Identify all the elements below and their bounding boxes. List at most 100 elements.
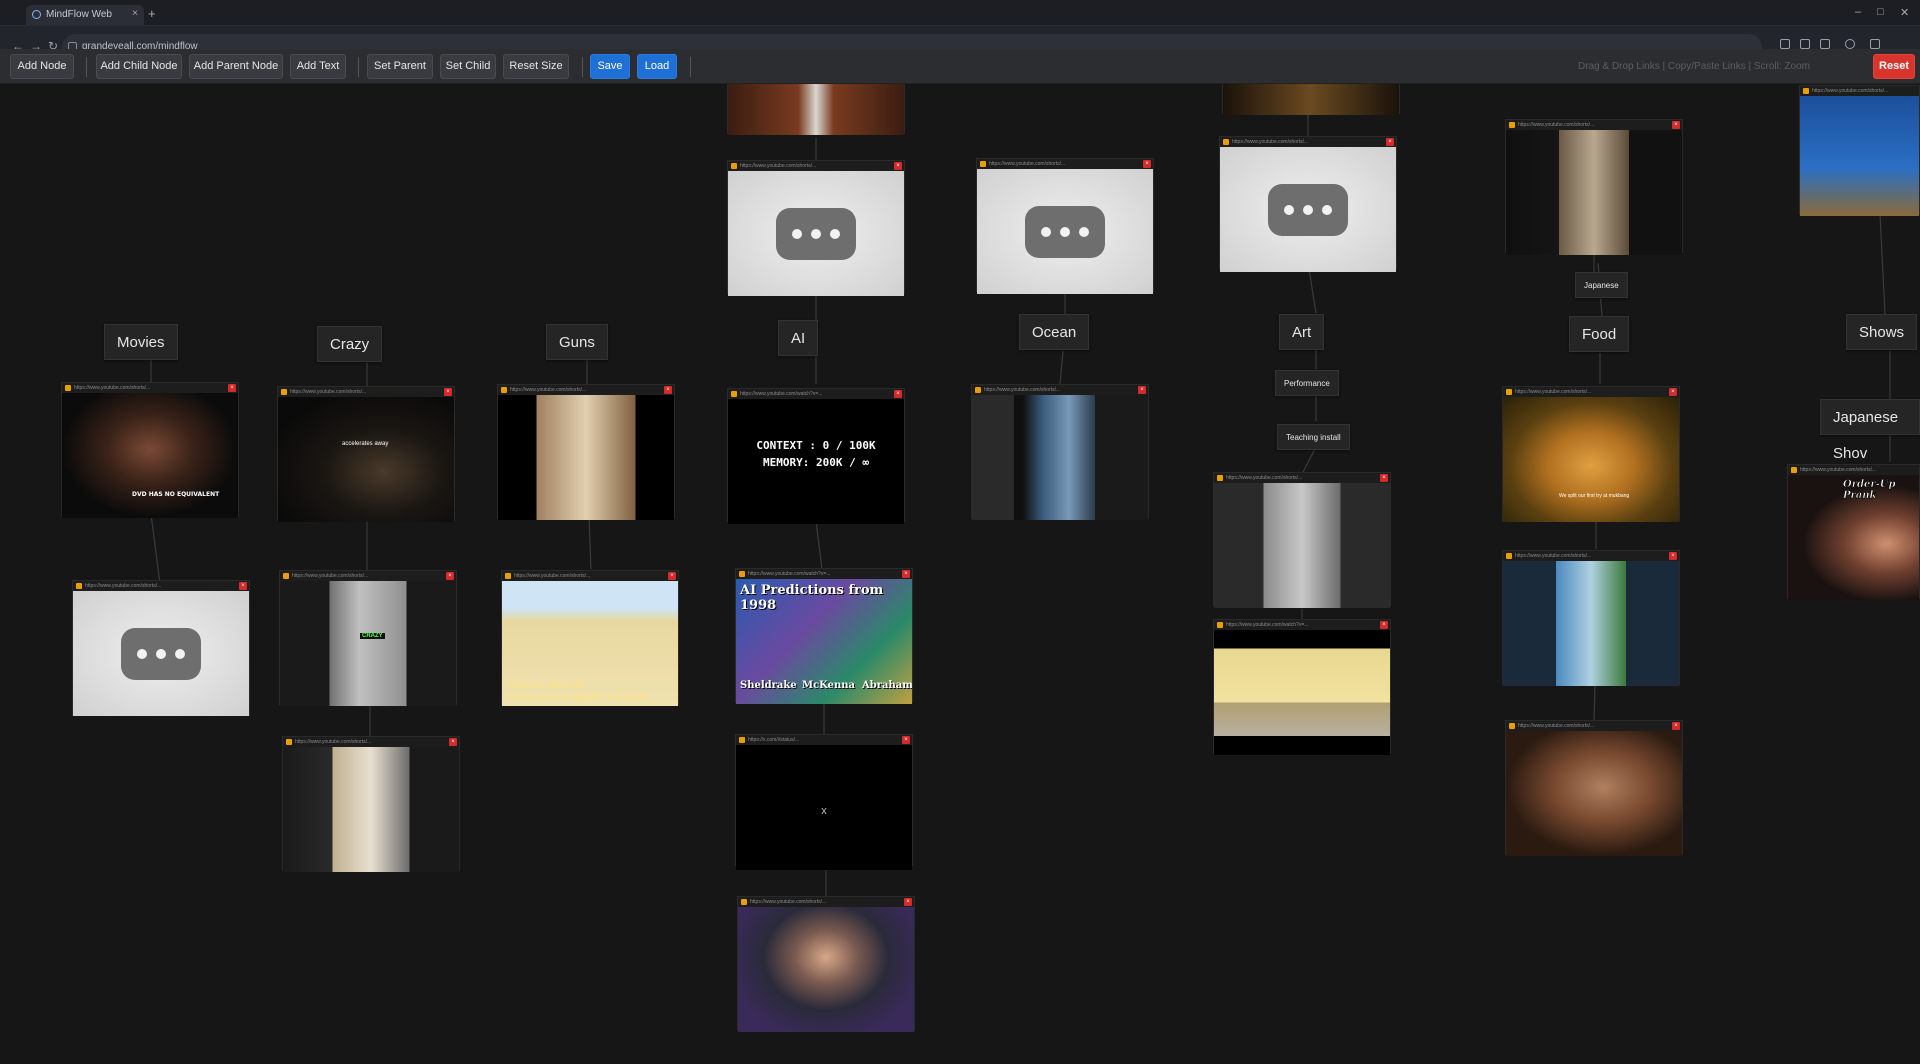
ai-memory-text: MEMORY: 200K / ∞ bbox=[763, 456, 869, 469]
youtube-icon bbox=[1791, 467, 1797, 473]
close-card-icon[interactable]: × bbox=[1380, 621, 1388, 629]
close-card-icon[interactable]: × bbox=[449, 738, 457, 746]
close-card-icon[interactable]: × bbox=[904, 898, 912, 906]
video-card-guns-bike[interactable]: https://www.youtube.com/shorts/... × bbox=[497, 384, 675, 520]
maximize-icon[interactable]: □ bbox=[1877, 6, 1884, 18]
close-card-icon[interactable]: × bbox=[902, 570, 910, 578]
node-label-japanese[interactable]: Japanese bbox=[1575, 272, 1628, 298]
video-card-crazy-drive[interactable]: https://www.youtube.com/shorts/... × bbox=[282, 736, 460, 872]
video-card-ocean-diver[interactable]: https://www.youtube.com/shorts/... × bbox=[971, 384, 1149, 520]
close-window-icon[interactable]: ✕ bbox=[1900, 6, 1909, 19]
node-label-shows[interactable]: Shows bbox=[1846, 314, 1918, 350]
video-card-order-up-prank[interactable]: https://www.youtube.com/shorts/... Order… bbox=[1787, 464, 1920, 600]
youtube-icon bbox=[281, 389, 287, 395]
node-label-art[interactable]: Art bbox=[1279, 314, 1325, 350]
node-label-guns[interactable]: Guns bbox=[546, 324, 608, 360]
toolbar-divider bbox=[582, 57, 583, 77]
browser-tab[interactable]: MindFlow Web × bbox=[26, 5, 144, 25]
video-card-loading-ocean[interactable]: https://www.youtube.com/shorts/... × bbox=[976, 158, 1154, 294]
close-card-icon[interactable]: × bbox=[902, 736, 910, 744]
toolbar-divider bbox=[690, 57, 691, 77]
node-label-japanese-shows[interactable]: Japanese Shov bbox=[1820, 399, 1920, 462]
youtube-icon bbox=[501, 387, 507, 393]
video-card-crazy-night[interactable]: https://www.youtube.com/shorts/... × acce… bbox=[277, 386, 455, 522]
video-card-alley[interactable] bbox=[727, 84, 905, 135]
add-parent-node-button[interactable]: Add Parent Node bbox=[189, 54, 283, 79]
add-text-button[interactable]: Add Text bbox=[290, 54, 346, 79]
toolbar-divider bbox=[86, 57, 87, 77]
movies-caption: DVD HAS NO EQUIVALENT bbox=[132, 491, 220, 498]
close-card-icon[interactable]: × bbox=[1672, 121, 1680, 129]
video-card-movies-man[interactable]: https://www.youtube.com/shorts/... × DVD … bbox=[61, 382, 239, 518]
youtube-icon bbox=[741, 899, 747, 905]
close-card-icon[interactable]: × bbox=[228, 384, 236, 392]
node-label-crazy[interactable]: Crazy bbox=[317, 326, 383, 362]
food-caption: We split our first try at mukbang bbox=[1559, 493, 1630, 499]
close-card-icon[interactable]: × bbox=[1143, 160, 1151, 168]
loading-dots-icon bbox=[121, 627, 201, 680]
close-card-icon[interactable]: × bbox=[446, 572, 454, 580]
globe-icon bbox=[32, 10, 41, 19]
video-card-loading-art[interactable]: https://www.youtube.com/shorts/... × bbox=[1219, 136, 1397, 272]
video-card-guns-desert[interactable]: https://www.youtube.com/shorts/... × Titt… bbox=[501, 570, 679, 706]
close-card-icon[interactable]: × bbox=[664, 386, 672, 394]
node-label-ai[interactable]: AI bbox=[778, 320, 819, 356]
load-button[interactable]: Load bbox=[637, 54, 677, 79]
video-card-art-street[interactable]: https://www.youtube.com/shorts/... × bbox=[1213, 472, 1391, 608]
close-card-icon[interactable]: × bbox=[1669, 552, 1677, 560]
video-card-dark-room[interactable] bbox=[1222, 84, 1400, 115]
add-child-node-button[interactable]: Add Child Node bbox=[96, 54, 182, 79]
reset-button[interactable]: Reset bbox=[1873, 54, 1915, 79]
loading-dots-icon bbox=[776, 207, 856, 260]
profile-icon[interactable] bbox=[1845, 39, 1855, 49]
close-card-icon[interactable]: × bbox=[444, 388, 452, 396]
download-icon[interactable] bbox=[1800, 39, 1810, 49]
video-card-food-meat[interactable]: https://www.youtube.com/shorts/... × bbox=[1505, 720, 1683, 856]
menu-icon[interactable] bbox=[1870, 39, 1880, 49]
youtube-icon bbox=[975, 387, 981, 393]
video-card-loading-movies[interactable]: https://www.youtube.com/shorts/... × bbox=[72, 580, 250, 716]
video-card-food-runners[interactable]: https://www.youtube.com/shorts/... × bbox=[1502, 550, 1680, 686]
set-child-button[interactable]: Set Child bbox=[440, 54, 496, 79]
close-card-icon[interactable]: × bbox=[1380, 474, 1388, 482]
video-card-crazy-car[interactable]: https://www.youtube.com/shorts/... × CRAZ… bbox=[279, 570, 457, 706]
youtube-icon bbox=[1217, 622, 1223, 628]
history-icon[interactable] bbox=[1820, 39, 1830, 49]
node-label-teaching-install[interactable]: Teaching install bbox=[1277, 424, 1350, 450]
mindmap-canvas[interactable]: https://www.youtube.com/shorts/... × http… bbox=[0, 84, 1920, 1064]
youtube-icon bbox=[1223, 139, 1229, 145]
save-button[interactable]: Save bbox=[590, 54, 630, 79]
node-label-food[interactable]: Food bbox=[1569, 316, 1630, 352]
video-card-ai-predictions[interactable]: https://www.youtube.com/watch?v=... × AI … bbox=[735, 568, 913, 704]
video-card-loading-ai-top[interactable]: https://www.youtube.com/shorts/... × bbox=[727, 160, 905, 296]
minimize-icon[interactable]: – bbox=[1855, 6, 1861, 18]
close-card-icon[interactable]: × bbox=[1386, 138, 1394, 146]
add-node-button[interactable]: Add Node bbox=[10, 54, 74, 79]
youtube-icon bbox=[505, 573, 511, 579]
toolbar-hint: Drag & Drop Links | Copy/Paste Links | S… bbox=[1578, 61, 1810, 72]
close-card-icon[interactable]: × bbox=[1672, 722, 1680, 730]
video-card-food-burger[interactable]: https://www.youtube.com/shorts/... × We s… bbox=[1502, 386, 1680, 522]
close-card-icon[interactable]: × bbox=[1669, 388, 1677, 396]
video-card-brian-cox[interactable]: https://www.youtube.com/shorts/... × bbox=[737, 896, 915, 1032]
close-card-icon[interactable]: × bbox=[668, 572, 676, 580]
guns-caption-2: Vi ser att han skjuter två skott... bbox=[508, 693, 656, 703]
video-card-ai-context[interactable]: https://www.youtube.com/watch?v=... × CON… bbox=[727, 388, 905, 524]
x-post-card[interactable]: https://x.com/i/status/... × x bbox=[735, 734, 913, 870]
crazy-caption: accelerates away bbox=[342, 441, 389, 447]
video-card-art-gallery[interactable]: https://www.youtube.com/watch?v=... × bbox=[1213, 619, 1391, 755]
extensions-icon[interactable] bbox=[1780, 39, 1790, 49]
new-tab-icon[interactable]: + bbox=[148, 6, 156, 21]
close-card-icon[interactable]: × bbox=[894, 162, 902, 170]
video-card-street-vendor[interactable]: https://www.youtube.com/shorts/... × bbox=[1505, 119, 1683, 255]
reset-size-button[interactable]: Reset Size bbox=[503, 54, 569, 79]
node-label-performance[interactable]: Performance bbox=[1275, 370, 1339, 396]
node-label-movies[interactable]: Movies bbox=[104, 324, 178, 360]
close-card-icon[interactable]: × bbox=[1138, 386, 1146, 394]
video-card-toy-story[interactable]: https://www.youtube.com/shorts/... bbox=[1799, 85, 1920, 216]
node-label-ocean[interactable]: Ocean bbox=[1019, 314, 1090, 350]
set-parent-button[interactable]: Set Parent bbox=[367, 54, 433, 79]
close-card-icon[interactable]: × bbox=[239, 582, 247, 590]
close-card-icon[interactable]: × bbox=[894, 390, 902, 398]
close-tab-icon[interactable]: × bbox=[132, 8, 138, 19]
